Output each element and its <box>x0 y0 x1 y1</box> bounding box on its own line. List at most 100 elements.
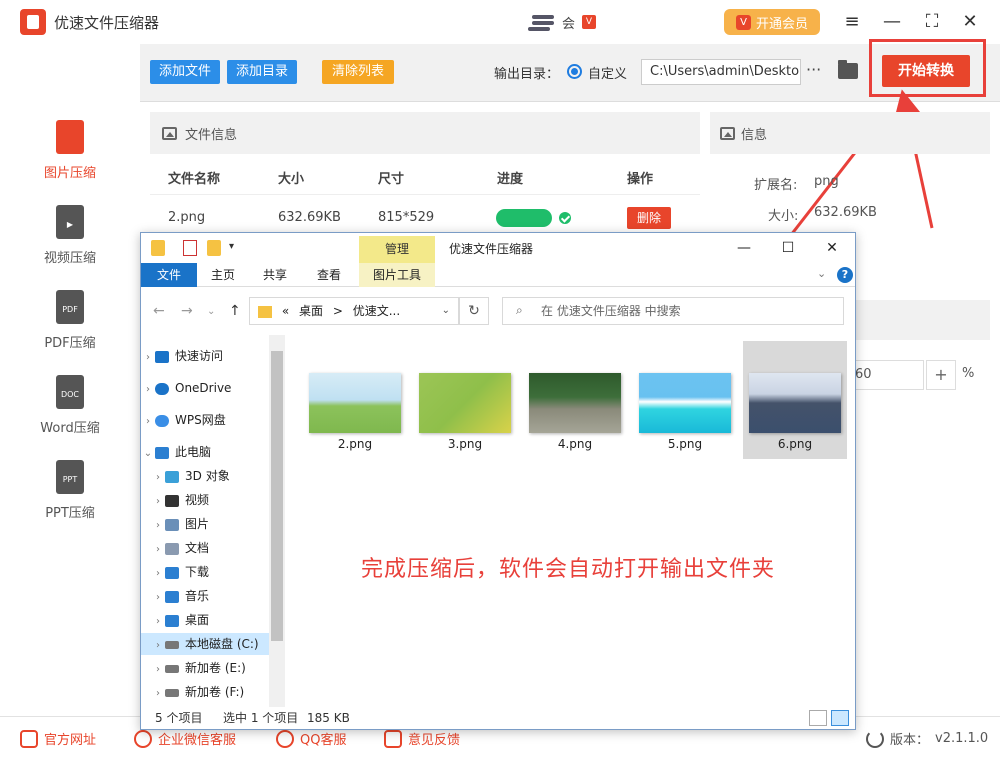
forward-icon[interactable]: → <box>181 303 193 319</box>
refresh-icon[interactable]: ↻ <box>459 297 489 325</box>
properties-icon[interactable] <box>183 240 197 256</box>
drive-icon <box>165 688 179 697</box>
col-size-header: 大小 <box>278 172 305 187</box>
back-icon[interactable]: ← <box>153 303 165 319</box>
tree-item-wps[interactable]: › WPS网盘 <box>141 409 269 431</box>
file-explorer-window[interactable]: ▾ 管理 优速文件压缩器 — ☐ ✕ 文件 主页 共享 查看 图片工具 ⌄ ? … <box>140 232 856 730</box>
large-icons-view-icon[interactable] <box>831 710 849 726</box>
ribbon-tab-file[interactable]: 文件 <box>141 263 197 287</box>
address-current[interactable]: 优速文... <box>353 304 400 318</box>
drive-icon <box>165 640 179 649</box>
tree-item-onedrive[interactable]: › OneDrive <box>141 377 269 399</box>
file-name-label: 6.png <box>777 437 813 451</box>
tree-item-label: 下载 <box>185 565 210 579</box>
folder-icon <box>151 240 165 256</box>
explorer-minimize-icon[interactable]: — <box>729 237 759 259</box>
footer-qq-link[interactable]: QQ客服 <box>276 729 346 748</box>
tree-item-videos[interactable]: › 视频 <box>141 489 269 511</box>
ribbon-tab-view[interactable]: 查看 <box>307 263 351 287</box>
wechat-icon <box>134 729 152 748</box>
progress-bar <box>496 209 552 227</box>
navigation-scroll-thumb[interactable] <box>271 351 283 641</box>
file-name-label: 5.png <box>667 437 703 451</box>
file-name-label: 4.png <box>557 437 593 451</box>
explorer-maximize-icon[interactable]: ☐ <box>773 237 803 259</box>
thumbnail-image <box>419 373 511 433</box>
file-thumbnail-4[interactable]: 4.png <box>523 341 627 459</box>
manage-tab[interactable]: 管理 <box>359 236 435 263</box>
delete-button[interactable]: 删除 <box>627 207 671 229</box>
website-icon <box>20 729 38 748</box>
footer-label: 意见反馈 <box>408 733 461 748</box>
status-item-count: 5 个项目 <box>155 711 203 725</box>
tree-item-music[interactable]: › 音乐 <box>141 585 269 607</box>
footer-wechat-link[interactable]: 企业微信客服 <box>134 729 236 748</box>
address-bar[interactable]: « 桌面 > 优速文... ⌄ <box>249 297 459 325</box>
address-desktop[interactable]: 桌面 <box>299 304 323 318</box>
header-divider <box>150 194 700 195</box>
tree-item-label: 文档 <box>185 541 210 555</box>
tree-item-pictures[interactable]: › 图片 <box>141 513 269 535</box>
tree-item-label: 新加卷 (E:) <box>185 661 246 675</box>
up-icon[interactable]: ↑ <box>229 303 241 319</box>
tree-item-3d[interactable]: › 3D 对象 <box>141 465 269 487</box>
footer-label: QQ客服 <box>300 733 347 748</box>
file-name-label: 3.png <box>447 437 483 451</box>
qq-icon <box>276 729 294 748</box>
tree-item-desktop[interactable]: › 桌面 <box>141 609 269 631</box>
thumbnail-image <box>639 373 731 433</box>
explorer-close-icon[interactable]: ✕ <box>817 237 847 259</box>
footer-label: 官方网址 <box>44 733 97 748</box>
search-icon: ⌕ <box>516 303 523 317</box>
address-overflow[interactable]: « <box>282 304 289 318</box>
quality-input[interactable]: 60 <box>848 360 924 390</box>
file-thumbnail-3[interactable]: 3.png <box>413 341 517 459</box>
details-view-icon[interactable] <box>809 710 827 726</box>
ext-value: png <box>814 174 839 189</box>
feedback-icon <box>384 729 402 748</box>
tree-item-downloads[interactable]: › 下载 <box>141 561 269 583</box>
new-folder-icon[interactable] <box>207 240 221 256</box>
quality-increase-button[interactable]: + <box>926 360 956 390</box>
col-action-header: 操作 <box>627 172 654 187</box>
tree-item-label: 图片 <box>185 517 210 531</box>
tree-item-documents[interactable]: › 文档 <box>141 537 269 559</box>
status-selected-size: 185 KB <box>307 711 350 725</box>
computer-icon <box>155 446 169 459</box>
footer-version: 版本： v2.1.1.0 <box>866 729 988 748</box>
info-panel-title: 信息 <box>741 127 768 143</box>
tree-item-drive-f[interactable]: › 新加卷 (F:) <box>141 681 269 703</box>
completion-notice: 完成压缩后，软件会自动打开输出文件夹 <box>361 557 776 582</box>
file-thumbnail-2[interactable]: 2.png <box>303 341 407 459</box>
footer-website-link[interactable]: 官方网址 <box>20 729 96 748</box>
ribbon-tab-picture-tools[interactable]: 图片工具 <box>359 263 435 287</box>
address-dropdown-icon[interactable]: ⌄ <box>442 298 450 324</box>
recent-dropdown-icon[interactable]: ⌄ <box>207 306 215 317</box>
help-icon[interactable]: ? <box>837 267 853 283</box>
thumbnail-image <box>309 373 401 433</box>
tree-item-label: 桌面 <box>185 613 210 627</box>
tree-item-quick-access[interactable]: › 快速访问 <box>141 345 269 367</box>
3d-objects-icon <box>165 470 179 483</box>
address-separator: > <box>332 304 343 318</box>
music-icon <box>165 590 179 603</box>
qat-dropdown-icon[interactable]: ▾ <box>229 241 234 252</box>
file-thumbnail-5[interactable]: 5.png <box>633 341 737 459</box>
tree-item-drive-c[interactable]: › 本地磁盘 (C:) <box>141 633 269 655</box>
cloud-icon <box>155 382 169 395</box>
ribbon-tab-share[interactable]: 共享 <box>253 263 297 287</box>
tree-item-label: OneDrive <box>175 381 232 395</box>
tree-item-drive-e[interactable]: › 新加卷 (E:) <box>141 657 269 679</box>
image-icon <box>162 126 177 140</box>
search-input[interactable]: 在 优速文件压缩器 中搜索 <box>502 297 844 325</box>
col-name-header: 文件名称 <box>168 172 221 187</box>
thumbnail-image <box>749 373 841 433</box>
version-value: v2.1.1.0 <box>935 731 989 746</box>
explorer-ribbon: 文件 主页 共享 查看 图片工具 ⌄ ? <box>141 263 855 287</box>
ribbon-expand-icon[interactable]: ⌄ <box>817 267 826 280</box>
tree-item-this-pc[interactable]: ⌄ 此电脑 <box>141 441 269 463</box>
footer-feedback-link[interactable]: 意见反馈 <box>384 729 460 748</box>
download-icon <box>165 566 179 579</box>
file-thumbnail-6[interactable]: 6.png <box>743 341 847 459</box>
ribbon-tab-home[interactable]: 主页 <box>201 263 245 287</box>
